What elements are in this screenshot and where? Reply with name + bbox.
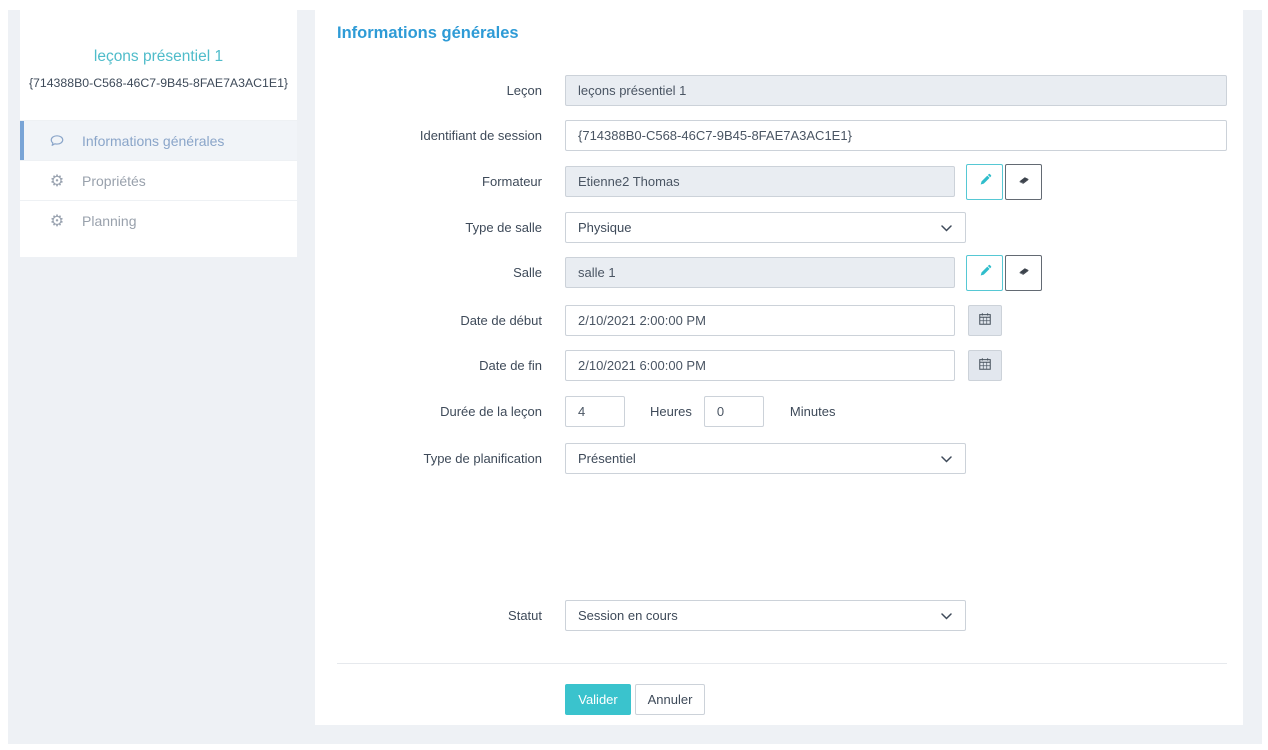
lecon-input (565, 75, 1227, 106)
type-planification-selected-value: Présentiel (578, 451, 636, 466)
form-actions: Valider Annuler (565, 684, 705, 715)
lesson-session-guid: {714388B0-C568-46C7-9B45-8FAE7A3AC1E1} (20, 76, 297, 90)
formateur-input (565, 166, 955, 197)
date-debut-label: Date de début (315, 305, 542, 336)
type-planification-label: Type de planification (315, 443, 542, 474)
type-salle-select[interactable]: Physique (565, 212, 966, 243)
sidebar-item-informations-generales[interactable]: Informations générales (20, 120, 297, 160)
form-row-lecon: Leçon (315, 75, 1243, 106)
date-debut-input[interactable] (565, 305, 955, 336)
form-row-date-debut: Date de début (315, 305, 1243, 336)
gear-icon: ⚙ (48, 173, 66, 189)
general-info-panel: Informations générales Leçon Identifiant… (315, 10, 1243, 725)
duree-label: Durée de la leçon (315, 396, 542, 427)
form-row-statut: Statut Session en cours (315, 600, 1243, 631)
chevron-down-icon (941, 608, 952, 623)
sidebar-item-label: Propriétés (82, 173, 146, 189)
duree-minutes-input[interactable] (704, 396, 764, 427)
annuler-button[interactable]: Annuler (635, 684, 705, 715)
sidebar-item-label: Informations générales (82, 133, 224, 149)
clear-salle-button[interactable] (1005, 255, 1042, 291)
panel-heading: Informations générales (337, 24, 519, 43)
sidebar-nav: Informations générales ⚙ Propriétés ⚙ Pl… (20, 120, 297, 240)
type-salle-label: Type de salle (315, 212, 542, 243)
statut-label: Statut (315, 600, 542, 631)
lesson-sidebar: leçons présentiel 1 {714388B0-C568-46C7-… (20, 10, 297, 257)
speech-bubble-icon (48, 132, 66, 150)
calendar-icon (978, 312, 992, 329)
date-fin-input[interactable] (565, 350, 955, 381)
date-fin-calendar-button[interactable] (968, 350, 1002, 381)
salle-label: Salle (315, 257, 542, 288)
lesson-title: leçons présentiel 1 (20, 48, 297, 66)
valider-button[interactable]: Valider (565, 684, 631, 715)
eraser-icon (1016, 263, 1032, 282)
sidebar-item-label: Planning (82, 213, 137, 229)
form-row-type-salle: Type de salle Physique (315, 212, 1243, 243)
clear-formateur-button[interactable] (1005, 164, 1042, 200)
footer-divider (337, 663, 1227, 664)
gear-icon: ⚙ (48, 213, 66, 229)
pencil-icon (977, 263, 993, 282)
form-row-date-fin: Date de fin (315, 350, 1243, 381)
chevron-down-icon (941, 451, 952, 466)
type-salle-selected-value: Physique (578, 220, 631, 235)
form-row-type-planification: Type de planification Présentiel (315, 443, 1243, 474)
session-id-label: Identifiant de session (315, 120, 542, 151)
calendar-icon (978, 357, 992, 374)
minutes-unit-label: Minutes (790, 404, 836, 419)
date-fin-label: Date de fin (315, 350, 542, 381)
form-row-duree: Durée de la leçon Heures Minutes (315, 396, 1243, 427)
eraser-icon (1016, 172, 1032, 191)
form-row-salle: Salle (315, 257, 1243, 288)
date-debut-calendar-button[interactable] (968, 305, 1002, 336)
salle-input (565, 257, 955, 288)
session-id-input[interactable] (565, 120, 1227, 151)
edit-formateur-button[interactable] (966, 164, 1003, 200)
sidebar-item-proprietes[interactable]: ⚙ Propriétés (20, 160, 297, 200)
pencil-icon (977, 172, 993, 191)
page-background: leçons présentiel 1 {714388B0-C568-46C7-… (8, 10, 1262, 744)
lecon-label: Leçon (315, 75, 542, 106)
formateur-label: Formateur (315, 166, 542, 197)
statut-select[interactable]: Session en cours (565, 600, 966, 631)
chevron-down-icon (941, 220, 952, 235)
edit-salle-button[interactable] (966, 255, 1003, 291)
duree-heures-input[interactable] (565, 396, 625, 427)
form-row-session-id: Identifiant de session (315, 120, 1243, 151)
heures-unit-label: Heures (650, 404, 692, 419)
statut-selected-value: Session en cours (578, 608, 678, 623)
sidebar-item-planning[interactable]: ⚙ Planning (20, 200, 297, 240)
type-planification-select[interactable]: Présentiel (565, 443, 966, 474)
form-row-formateur: Formateur (315, 166, 1243, 197)
